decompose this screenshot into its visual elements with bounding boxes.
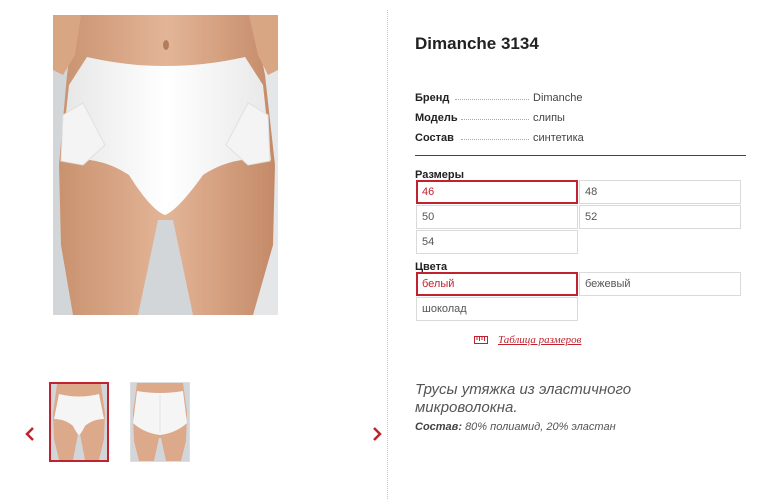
product-title: Dimanche 3134 xyxy=(415,34,539,53)
size-option-54[interactable]: 54 xyxy=(416,230,578,254)
spec-row-brand: Бренд Dimanche xyxy=(415,90,715,106)
size-option-50[interactable]: 50 xyxy=(416,205,578,229)
chevron-left-icon xyxy=(25,427,34,441)
gallery-prev-button[interactable] xyxy=(23,424,37,444)
panel-divider xyxy=(387,10,388,499)
color-option-beige[interactable]: бежевый xyxy=(579,272,741,296)
color-option-white[interactable]: белый xyxy=(416,272,578,296)
spec-leader-dots xyxy=(461,119,529,120)
product-description: Трусы утяжка из эластичного микроволокна… xyxy=(415,381,632,416)
spec-value: Dimanche xyxy=(533,92,583,104)
size-table-link[interactable]: Таблица размеров xyxy=(474,334,581,347)
spec-label: Модель xyxy=(415,112,458,124)
specs-separator xyxy=(415,155,746,156)
product-photo-front xyxy=(53,15,278,315)
thumbnail-back[interactable] xyxy=(130,382,190,462)
spec-leader-dots xyxy=(455,99,529,100)
composition-value: 80% полиамид, 20% эластан xyxy=(465,421,616,433)
spec-leader-dots xyxy=(461,139,529,140)
ruler-icon xyxy=(474,335,488,347)
chevron-right-icon xyxy=(373,427,382,441)
composition-label: Состав: xyxy=(415,421,462,433)
thumbnail-front[interactable] xyxy=(49,382,109,462)
gallery-next-button[interactable] xyxy=(370,424,384,444)
thumbnail-front-image xyxy=(51,384,107,460)
spec-label: Состав xyxy=(415,132,454,144)
size-option-48[interactable]: 48 xyxy=(579,180,741,204)
size-table-link-label: Таблица размеров xyxy=(498,334,582,346)
thumbnail-back-image xyxy=(131,383,189,461)
size-option-46[interactable]: 46 xyxy=(416,180,578,204)
size-option-52[interactable]: 52 xyxy=(579,205,741,229)
spec-row-model: Модель слипы xyxy=(415,110,715,126)
main-product-photo xyxy=(53,15,278,315)
spec-row-composition: Состав синтетика xyxy=(415,130,715,146)
spec-value: слипы xyxy=(533,112,565,124)
composition-line: Состав: 80% полиамид, 20% эластан xyxy=(415,421,616,433)
spec-label: Бренд xyxy=(415,92,450,104)
spec-value: синтетика xyxy=(533,132,584,144)
color-option-chocolate[interactable]: шоколад xyxy=(416,297,578,321)
